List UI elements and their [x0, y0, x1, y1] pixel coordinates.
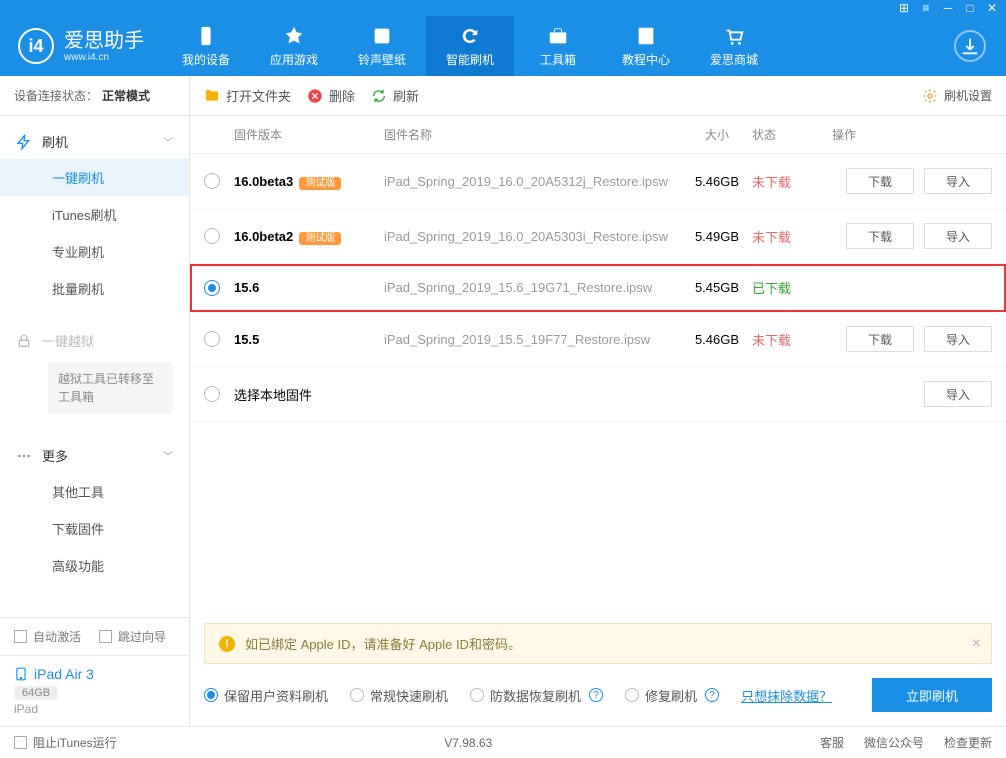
open-folder-button[interactable]: 打开文件夹	[204, 86, 291, 105]
sidebar-section-more[interactable]: 更多﹀	[0, 438, 189, 473]
beta-badge: 测试版	[299, 232, 341, 245]
book-icon	[635, 25, 657, 47]
import-button[interactable]: 导入	[924, 168, 992, 194]
firmware-table-header: 固件版本 固件名称 大小 状态 操作	[190, 116, 1006, 154]
sidebar-item-pro[interactable]: 专业刷机	[0, 233, 189, 270]
help-icon[interactable]: ?	[589, 688, 603, 702]
import-button[interactable]: 导入	[924, 381, 992, 407]
sidebar-item-oneclick[interactable]: 一键刷机	[0, 159, 189, 196]
firmware-table-body: 16.0beta3测试版 iPad_Spring_2019_16.0_20A53…	[190, 154, 1006, 615]
logo-url: www.i4.cn	[64, 52, 144, 63]
opt-repair[interactable]: 修复刷机?	[625, 686, 719, 705]
sidebar-item-itunes[interactable]: iTunes刷机	[0, 196, 189, 233]
footer: 阻止iTunes运行 V7.98.63 客服 微信公众号 检查更新	[0, 726, 1006, 758]
erase-only-link[interactable]: 只想抹除数据？	[741, 686, 832, 705]
download-indicator[interactable]	[954, 30, 1006, 62]
refresh-button[interactable]: 刷新	[371, 86, 419, 105]
refresh-icon	[371, 88, 387, 104]
local-firmware-row[interactable]: 选择本地固件 导入	[190, 367, 1006, 422]
firmware-row[interactable]: 16.0beta3测试版 iPad_Spring_2019_16.0_20A53…	[190, 154, 1006, 209]
app-logo[interactable]: i4 爱思助手 www.i4.cn	[0, 28, 162, 64]
sidebar-item-tools[interactable]: 其他工具	[0, 473, 189, 510]
version-label: V7.98.63	[444, 736, 492, 750]
titlebar-grid-icon[interactable]: ⊞	[898, 2, 910, 14]
nav-refresh[interactable]: 智能刷机	[426, 16, 514, 76]
import-button[interactable]: 导入	[924, 326, 992, 352]
nav-cart[interactable]: 爱思商城	[690, 16, 778, 76]
gear-icon	[922, 88, 938, 104]
help-icon[interactable]: ?	[705, 688, 719, 702]
nav-apps[interactable]: 应用游戏	[250, 16, 338, 76]
footer-support-link[interactable]: 客服	[820, 734, 844, 751]
download-button[interactable]: 下载	[846, 223, 914, 249]
opt-keep-data[interactable]: 保留用户资料刷机	[204, 686, 328, 705]
device-panel[interactable]: iPad Air 3 64GB iPad	[0, 655, 189, 726]
sidebar-item-batch[interactable]: 批量刷机	[0, 270, 189, 307]
row-radio[interactable]	[204, 280, 220, 296]
skip-guide-checkbox[interactable]: 跳过向导	[99, 628, 166, 645]
nav-music[interactable]: 铃声壁纸	[338, 16, 426, 76]
row-radio[interactable]	[204, 228, 220, 244]
firmware-row[interactable]: 16.0beta2测试版 iPad_Spring_2019_16.0_20A53…	[190, 209, 1006, 264]
apple-id-warning: ! 如已绑定 Apple ID，请准备好 Apple ID和密码。 ×	[204, 623, 992, 664]
cart-icon	[723, 25, 745, 47]
main-nav: 我的设备应用游戏铃声壁纸智能刷机工具箱教程中心爱思商城	[162, 16, 954, 76]
firmware-row[interactable]: 15.6 iPad_Spring_2019_15.6_19G71_Restore…	[190, 264, 1006, 312]
sidebar-item-download[interactable]: 下载固件	[0, 510, 189, 547]
download-button[interactable]: 下载	[846, 168, 914, 194]
minimize-icon[interactable]: ─	[942, 2, 954, 14]
window-titlebar: ⊞ ≡ ─ □ ✕	[0, 0, 1006, 16]
titlebar-menu-icon[interactable]: ≡	[920, 2, 932, 14]
music-icon	[371, 25, 393, 47]
sidebar: 设备连接状态：正常模式 刷机﹀ 一键刷机 iTunes刷机 专业刷机 批量刷机 …	[0, 76, 190, 726]
footer-wechat-link[interactable]: 微信公众号	[864, 734, 924, 751]
toolbar: 打开文件夹 删除 刷新 刷机设置	[190, 76, 1006, 116]
toolbox-icon	[547, 25, 569, 47]
device-icon	[195, 25, 217, 47]
sidebar-section-jailbreak: 一键越狱	[0, 323, 189, 358]
opt-normal[interactable]: 常规快速刷机	[350, 686, 448, 705]
flash-settings-button[interactable]: 刷机设置	[922, 87, 992, 104]
block-itunes-checkbox[interactable]: 阻止iTunes运行	[14, 734, 117, 751]
sidebar-section-flash[interactable]: 刷机﹀	[0, 124, 189, 159]
auto-activate-checkbox[interactable]: 自动激活	[14, 628, 81, 645]
chevron-down-icon: ﹀	[163, 448, 173, 463]
firmware-row[interactable]: 15.5 iPad_Spring_2019_15.5_19F77_Restore…	[190, 312, 1006, 367]
beta-badge: 测试版	[299, 177, 341, 190]
logo-badge-icon: i4	[18, 28, 54, 64]
maximize-icon[interactable]: □	[964, 2, 976, 14]
device-type: iPad	[14, 702, 175, 716]
row-radio[interactable]	[204, 173, 220, 189]
chevron-down-icon: ﹀	[163, 134, 173, 149]
sidebar-item-advanced[interactable]: 高级功能	[0, 547, 189, 584]
flash-now-button[interactable]: 立即刷机	[872, 678, 992, 712]
tablet-icon	[14, 667, 28, 681]
delete-button[interactable]: 删除	[307, 86, 355, 105]
flash-options: 保留用户资料刷机 常规快速刷机 防数据恢复刷机? 修复刷机? 只想抹除数据？ 立…	[190, 664, 1006, 726]
row-radio[interactable]	[204, 331, 220, 347]
download-button[interactable]: 下载	[846, 326, 914, 352]
device-capacity: 64GB	[14, 686, 58, 700]
app-header: i4 爱思助手 www.i4.cn 我的设备应用游戏铃声壁纸智能刷机工具箱教程中…	[0, 16, 1006, 76]
main-content: 打开文件夹 删除 刷新 刷机设置 固件版本 固件名称 大小 状态 操作 16.0…	[190, 76, 1006, 726]
close-icon[interactable]: ✕	[986, 2, 998, 14]
nav-toolbox[interactable]: 工具箱	[514, 16, 602, 76]
nav-book[interactable]: 教程中心	[602, 16, 690, 76]
refresh-icon	[459, 25, 481, 47]
apps-icon	[283, 25, 305, 47]
folder-icon	[204, 88, 220, 104]
warning-icon: !	[219, 636, 235, 652]
import-button[interactable]: 导入	[924, 223, 992, 249]
row-radio[interactable]	[204, 386, 220, 402]
nav-device[interactable]: 我的设备	[162, 16, 250, 76]
opt-anti-recovery[interactable]: 防数据恢复刷机?	[470, 686, 603, 705]
connection-status: 设备连接状态：正常模式	[0, 76, 189, 116]
warning-close-button[interactable]: ×	[972, 635, 981, 653]
jailbreak-note: 越狱工具已转移至工具箱	[48, 362, 173, 414]
footer-update-link[interactable]: 检查更新	[944, 734, 992, 751]
delete-icon	[307, 88, 323, 104]
logo-title: 爱思助手	[64, 30, 144, 52]
